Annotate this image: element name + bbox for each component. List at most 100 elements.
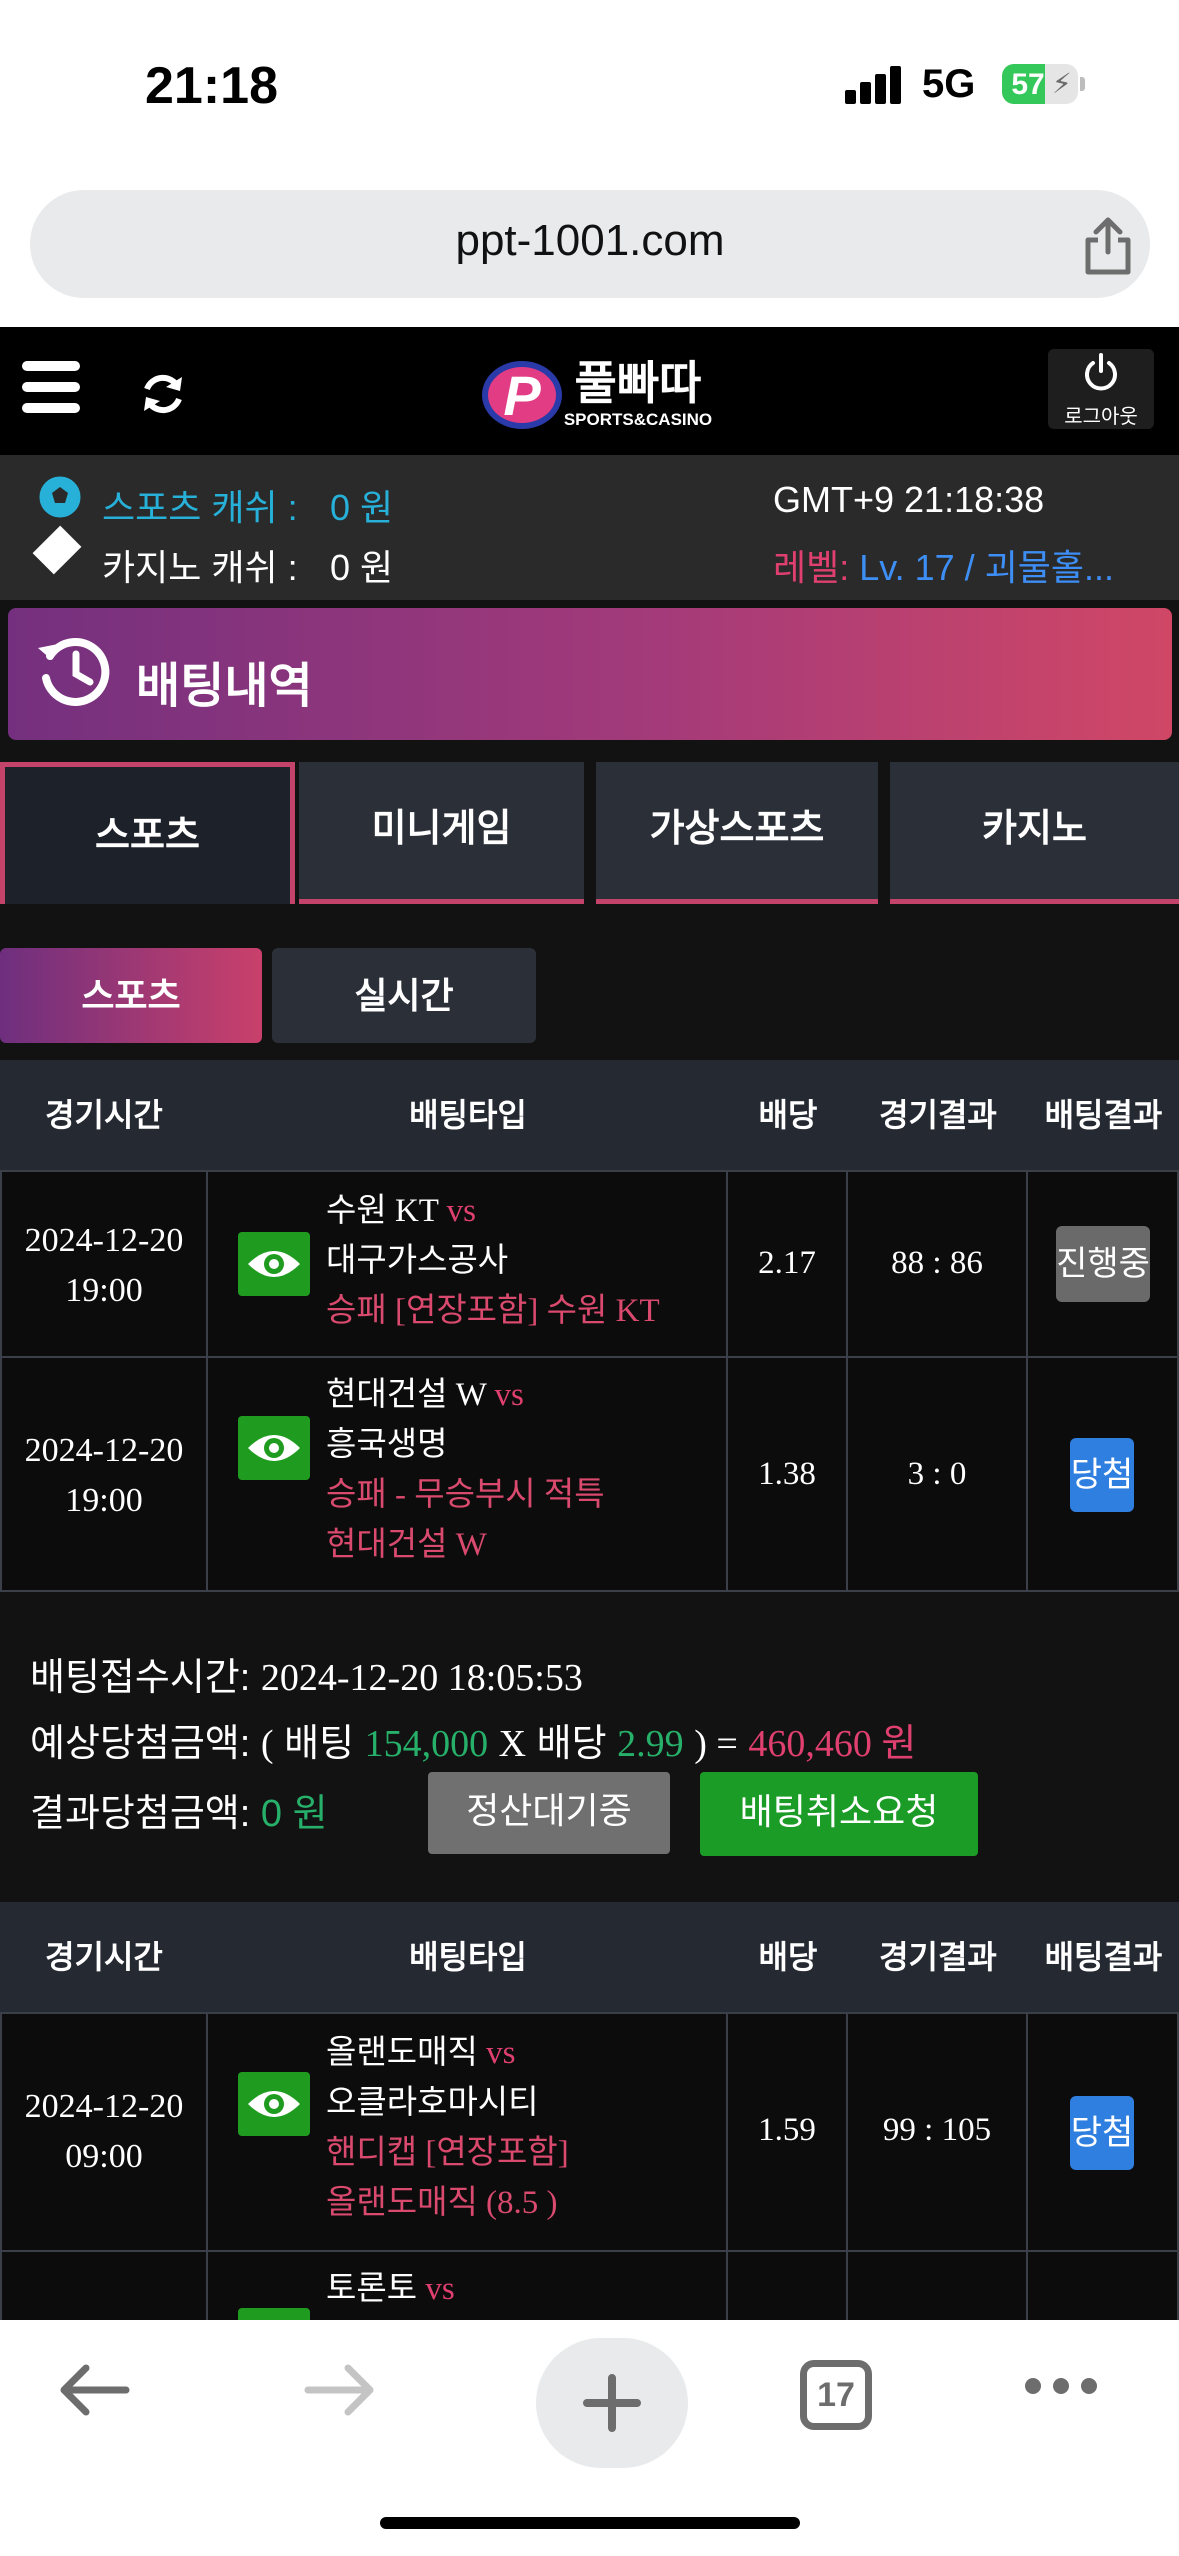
match-date: 2024-12-20 — [24, 1432, 184, 1469]
expected-amount: 460,460 원 — [748, 1723, 917, 1765]
subtab-live[interactable]: 실시간 — [272, 948, 536, 1043]
svg-text:풀빠따: 풀빠따 — [575, 356, 702, 410]
site-logo[interactable]: P 풀빠따 SPORTS&CASINO — [478, 347, 738, 437]
bet-pick: 승패 - 무승부시 적특 — [326, 1477, 605, 1513]
match-time: 09:00 — [65, 2138, 143, 2175]
level-value: Lv. 17 / 괴물홀... — [859, 547, 1115, 588]
eye-icon[interactable] — [238, 1416, 310, 1480]
table-header: 경기시간 배팅타입 배당 경기결과 배팅결과 — [0, 1060, 1179, 1170]
vs-label: vs — [494, 1377, 524, 1413]
casino-cash-value: 0 원 — [330, 547, 394, 588]
bet-time: 배팅접수시간: 2024-12-20 18:05:53 — [30, 1646, 583, 1701]
bet-time-value: 2024-12-20 18:05:53 — [260, 1657, 583, 1699]
match-datetime: 2024-12-20 09:00 — [0, 2014, 208, 2250]
eye-icon[interactable] — [238, 1232, 310, 1296]
home-team: 토론토 — [326, 2271, 418, 2307]
status-badge: 당첨 — [1070, 2096, 1134, 2170]
status-time: 21:18 — [145, 57, 278, 115]
vs-label: vs — [425, 2271, 455, 2307]
tab-virtual-sports[interactable]: 가상스포츠 — [596, 762, 878, 904]
casino-cash-label: 카지노 캐쉬 : — [102, 547, 298, 588]
address-bar[interactable]: ppt-1001.com — [30, 190, 1150, 298]
table-row: 2024-12-20 19:00 현대건설 W vs 흥국생명 승패 - 무승부… — [0, 1356, 1179, 1592]
new-tab-button[interactable] — [536, 2338, 688, 2468]
url-text[interactable]: ppt-1001.com — [30, 216, 1150, 266]
col-bet-result: 배팅결과 — [1044, 1939, 1163, 1975]
charging-icon: ⚡ — [1052, 68, 1072, 99]
times-sign: X — [498, 1723, 527, 1765]
tab-casino[interactable]: 카지노 — [890, 762, 1179, 904]
logout-button[interactable]: 로그아웃 — [1048, 349, 1154, 429]
more-icon[interactable] — [1025, 2378, 1109, 2399]
match-teams: 현대건설 W vs 흥국생명 승패 - 무승부시 적특 현대건설 W — [326, 1370, 605, 1570]
site-header: P 풀빠따 SPORTS&CASINO 로그아웃 — [0, 327, 1179, 455]
away-team: 오클라호마시티 — [326, 2085, 539, 2121]
share-icon[interactable] — [1080, 216, 1136, 281]
bet-pick: 승패 [연장포함] 수원 KT — [326, 1293, 660, 1329]
expected-payout: 예상당첨금액: ( 배팅 154,000 X 배당 2.99 ) = 460,4… — [30, 1712, 916, 1767]
bet-summary: 배팅접수시간: 2024-12-20 18:05:53 예상당첨금액: ( 배팅… — [0, 1592, 1179, 1902]
home-indicator — [380, 2517, 800, 2529]
account-info: 스포츠 캐쉬 : 0 원 카지노 캐쉬 : 0 원 GMT+9 21:18:38… — [0, 455, 1179, 600]
plus-icon — [583, 2374, 641, 2432]
eye-icon[interactable] — [238, 2072, 310, 2136]
status-badge: 당첨 — [1070, 1438, 1134, 1512]
bet-result-cell: 당첨 — [1028, 2014, 1179, 2250]
logout-label: 로그아웃 — [1064, 406, 1138, 428]
tab-switcher-button[interactable]: 17 — [800, 2360, 872, 2430]
col-bet-result: 배팅결과 — [1044, 1097, 1163, 1133]
battery-cap — [1080, 77, 1085, 91]
score-value — [848, 2252, 1028, 2330]
bet-result-cell — [1028, 2252, 1179, 2330]
status-bar: 21:18 5G 57 ⚡ — [0, 0, 1179, 195]
bet-type-cell: 토론토 vs — [208, 2252, 728, 2372]
bet-type-cell: 올랜도매직 vs 오클라호마시티 핸디캡 [연장포함] 올랜도매직 (8.5 ) — [208, 2014, 728, 2250]
bet-label: 배팅 — [284, 1723, 355, 1765]
odds-value — [728, 2252, 848, 2330]
back-arrow-icon[interactable] — [56, 2360, 132, 2425]
paren-open: ( — [260, 1723, 274, 1765]
table-row: 2024-12-20 19:00 수원 KT vs 대구가스공사 승패 [연장포… — [0, 1170, 1179, 1356]
page-title-banner: 배팅내역 — [8, 608, 1172, 740]
total-odds: 2.99 — [617, 1723, 684, 1765]
subtab-sports[interactable]: 스포츠 — [0, 948, 262, 1043]
forward-arrow-icon[interactable] — [302, 2360, 378, 2425]
page-title: 배팅내역 — [136, 660, 313, 713]
odds-value: 1.59 — [728, 2014, 848, 2250]
away-team: 흥국생명 — [326, 1427, 448, 1463]
settlement-pending-button[interactable]: 정산대기중 — [428, 1772, 670, 1854]
col-match-result: 경기결과 — [879, 1939, 997, 1975]
network-type: 5G — [922, 62, 976, 106]
table-row: 2024-12-20 09:00 올랜도매직 vs 오클라호마시티 핸디캡 [연… — [0, 2012, 1179, 2250]
match-date: 2024-12-20 — [24, 2088, 184, 2125]
odds-label: 배당 — [536, 1723, 607, 1765]
bet-pick-detail: 올랜도매직 (8.5 ) — [326, 2185, 558, 2221]
hamburger-icon[interactable] — [22, 361, 80, 424]
match-datetime: 2024-12-20 19:00 — [0, 1172, 208, 1356]
vs-label: vs — [486, 2035, 516, 2071]
bet-type-cell: 현대건설 W vs 흥국생명 승패 - 무승부시 적특 현대건설 W — [208, 1358, 728, 1590]
bet-result-cell: 진행중 — [1028, 1172, 1179, 1356]
home-team: 현대건설 W — [326, 1377, 487, 1413]
col-bet-type: 배팅타입 — [409, 1097, 527, 1133]
home-team: 수원 KT — [326, 1193, 439, 1229]
svg-text:P: P — [503, 364, 541, 427]
actual-amount: 0 원 — [260, 1793, 328, 1835]
match-teams: 토론토 vs — [326, 2264, 455, 2314]
table-header: 경기시간 배팅타입 배당 경기결과 배팅결과 — [0, 1902, 1179, 2012]
history-clock-icon — [32, 630, 116, 719]
cancel-bet-button[interactable]: 배팅취소요청 — [700, 1772, 978, 1856]
col-odds: 배당 — [758, 1097, 818, 1133]
refresh-icon[interactable] — [138, 369, 188, 424]
score-value: 99 : 105 — [848, 2014, 1028, 2250]
bet-type-cell: 수원 KT vs 대구가스공사 승패 [연장포함] 수원 KT — [208, 1172, 728, 1356]
bet-amount: 154,000 — [364, 1723, 489, 1765]
diamond-icon — [32, 525, 82, 575]
actual-payout: 결과당첨금액: 0 원 — [30, 1782, 328, 1837]
tab-minigame[interactable]: 미니게임 — [299, 762, 584, 904]
odds-value: 1.38 — [728, 1358, 848, 1590]
tab-sports[interactable]: 스포츠 — [0, 762, 295, 904]
col-bet-type: 배팅타입 — [409, 1939, 527, 1975]
match-datetime — [0, 2252, 208, 2330]
battery-icon: 57 ⚡ — [1002, 64, 1078, 104]
